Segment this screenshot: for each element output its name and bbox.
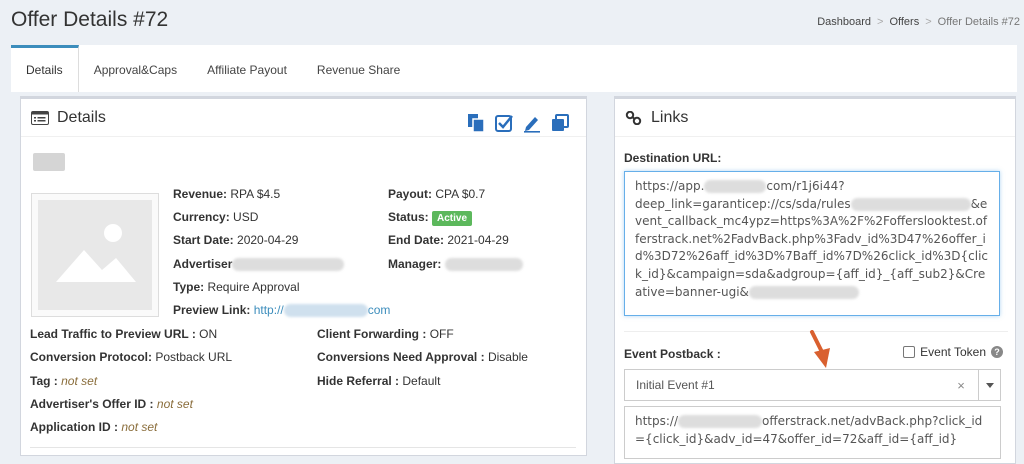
payout-field: Payout: CPA $0.7 [388, 187, 486, 201]
breadcrumb-dashboard[interactable]: Dashboard [817, 16, 871, 28]
conversions-approval-field: Conversions Need Approval : Disable [317, 350, 528, 364]
event-token-label: Event Token [920, 345, 986, 359]
tab-affiliate-payout[interactable]: Affiliate Payout [192, 48, 302, 92]
copy-icon[interactable] [466, 113, 486, 133]
details-toolbar [466, 113, 570, 133]
event-postback-label: Event Postback : [624, 347, 721, 361]
tab-revenue-share[interactable]: Revenue Share [302, 48, 415, 92]
hide-referral-field: Hide Referral : Default [317, 374, 441, 388]
details-panel: Details Revenue: RPA $4.5 Payout: CPA $0… [20, 96, 587, 456]
chevron-down-icon[interactable] [978, 370, 1000, 400]
start-date-field: Start Date: 2020-04-29 [173, 233, 299, 247]
preview-link[interactable]: http://com [254, 303, 390, 318]
destination-url-label: Destination URL: [624, 151, 722, 165]
logo-placeholder [33, 153, 65, 171]
edit-icon[interactable] [522, 113, 542, 133]
check-square-icon[interactable] [494, 113, 514, 133]
links-header: Links [615, 99, 1015, 137]
advertiser-offer-id-field: Advertiser's Offer ID : not set [30, 397, 193, 411]
clear-icon[interactable]: × [944, 378, 978, 393]
event-select-value: Initial Event #1 [636, 378, 715, 392]
event-token-checkbox[interactable] [903, 346, 916, 358]
client-forwarding-field: Client Forwarding : OFF [317, 327, 454, 341]
annotation-arrow-icon [810, 330, 830, 368]
help-icon[interactable]: ? [991, 346, 1003, 358]
status-badge: Active [432, 211, 473, 226]
status-field: Status: Active [388, 210, 473, 226]
currency-field: Currency: USD [173, 210, 259, 224]
end-date-field: End Date: 2021-04-29 [388, 233, 509, 247]
postback-url-textarea[interactable]: https://offerstrack.net/advBack.php?clic… [624, 406, 1001, 459]
destination-url-textarea[interactable]: https://app. com/r1j6i44? deep_link=garan… [624, 171, 1000, 316]
preview-link-field: Preview Link: http://com [173, 303, 391, 318]
tab-details[interactable]: Details [11, 45, 79, 92]
image-icon [56, 224, 136, 282]
tag-field: Tag : not set [30, 374, 98, 388]
divider [30, 447, 576, 448]
conversion-protocol-field: Conversion Protocol: Postback URL [30, 350, 233, 364]
application-id-field: Application ID : not set [30, 420, 158, 434]
breadcrumb-separator: > [877, 16, 884, 28]
page-title: Offer Details #72 [11, 8, 169, 31]
breadcrumb: Dashboard > Offers > Offer Details #72 [817, 16, 1020, 28]
revenue-field: Revenue: RPA $4.5 [173, 187, 281, 201]
breadcrumb-separator: > [925, 16, 932, 28]
lead-traffic-field: Lead Traffic to Preview URL : ON [30, 327, 218, 341]
details-title: Details [57, 108, 106, 126]
links-title: Links [651, 108, 689, 126]
breadcrumb-current: Offer Details #72 [937, 16, 1020, 28]
link-icon [625, 110, 642, 125]
links-panel: Links Destination URL: https://app. com/r… [614, 96, 1016, 464]
event-select[interactable]: Initial Event #1 × [624, 369, 1001, 401]
tab-approval-caps[interactable]: Approval&Caps [79, 48, 192, 92]
manager-field: Manager: [388, 257, 523, 272]
clone-icon[interactable] [550, 113, 570, 133]
advertiser-field: Advertiser [173, 257, 345, 272]
offer-image-placeholder [31, 193, 159, 317]
breadcrumb-offers[interactable]: Offers [889, 16, 919, 28]
type-field: Type: Require Approval [173, 280, 300, 294]
list-card-icon [31, 110, 49, 125]
event-token-toggle[interactable]: Event Token ? [903, 345, 1003, 359]
tab-bar: Details Approval&Caps Affiliate Payout R… [11, 45, 1017, 92]
